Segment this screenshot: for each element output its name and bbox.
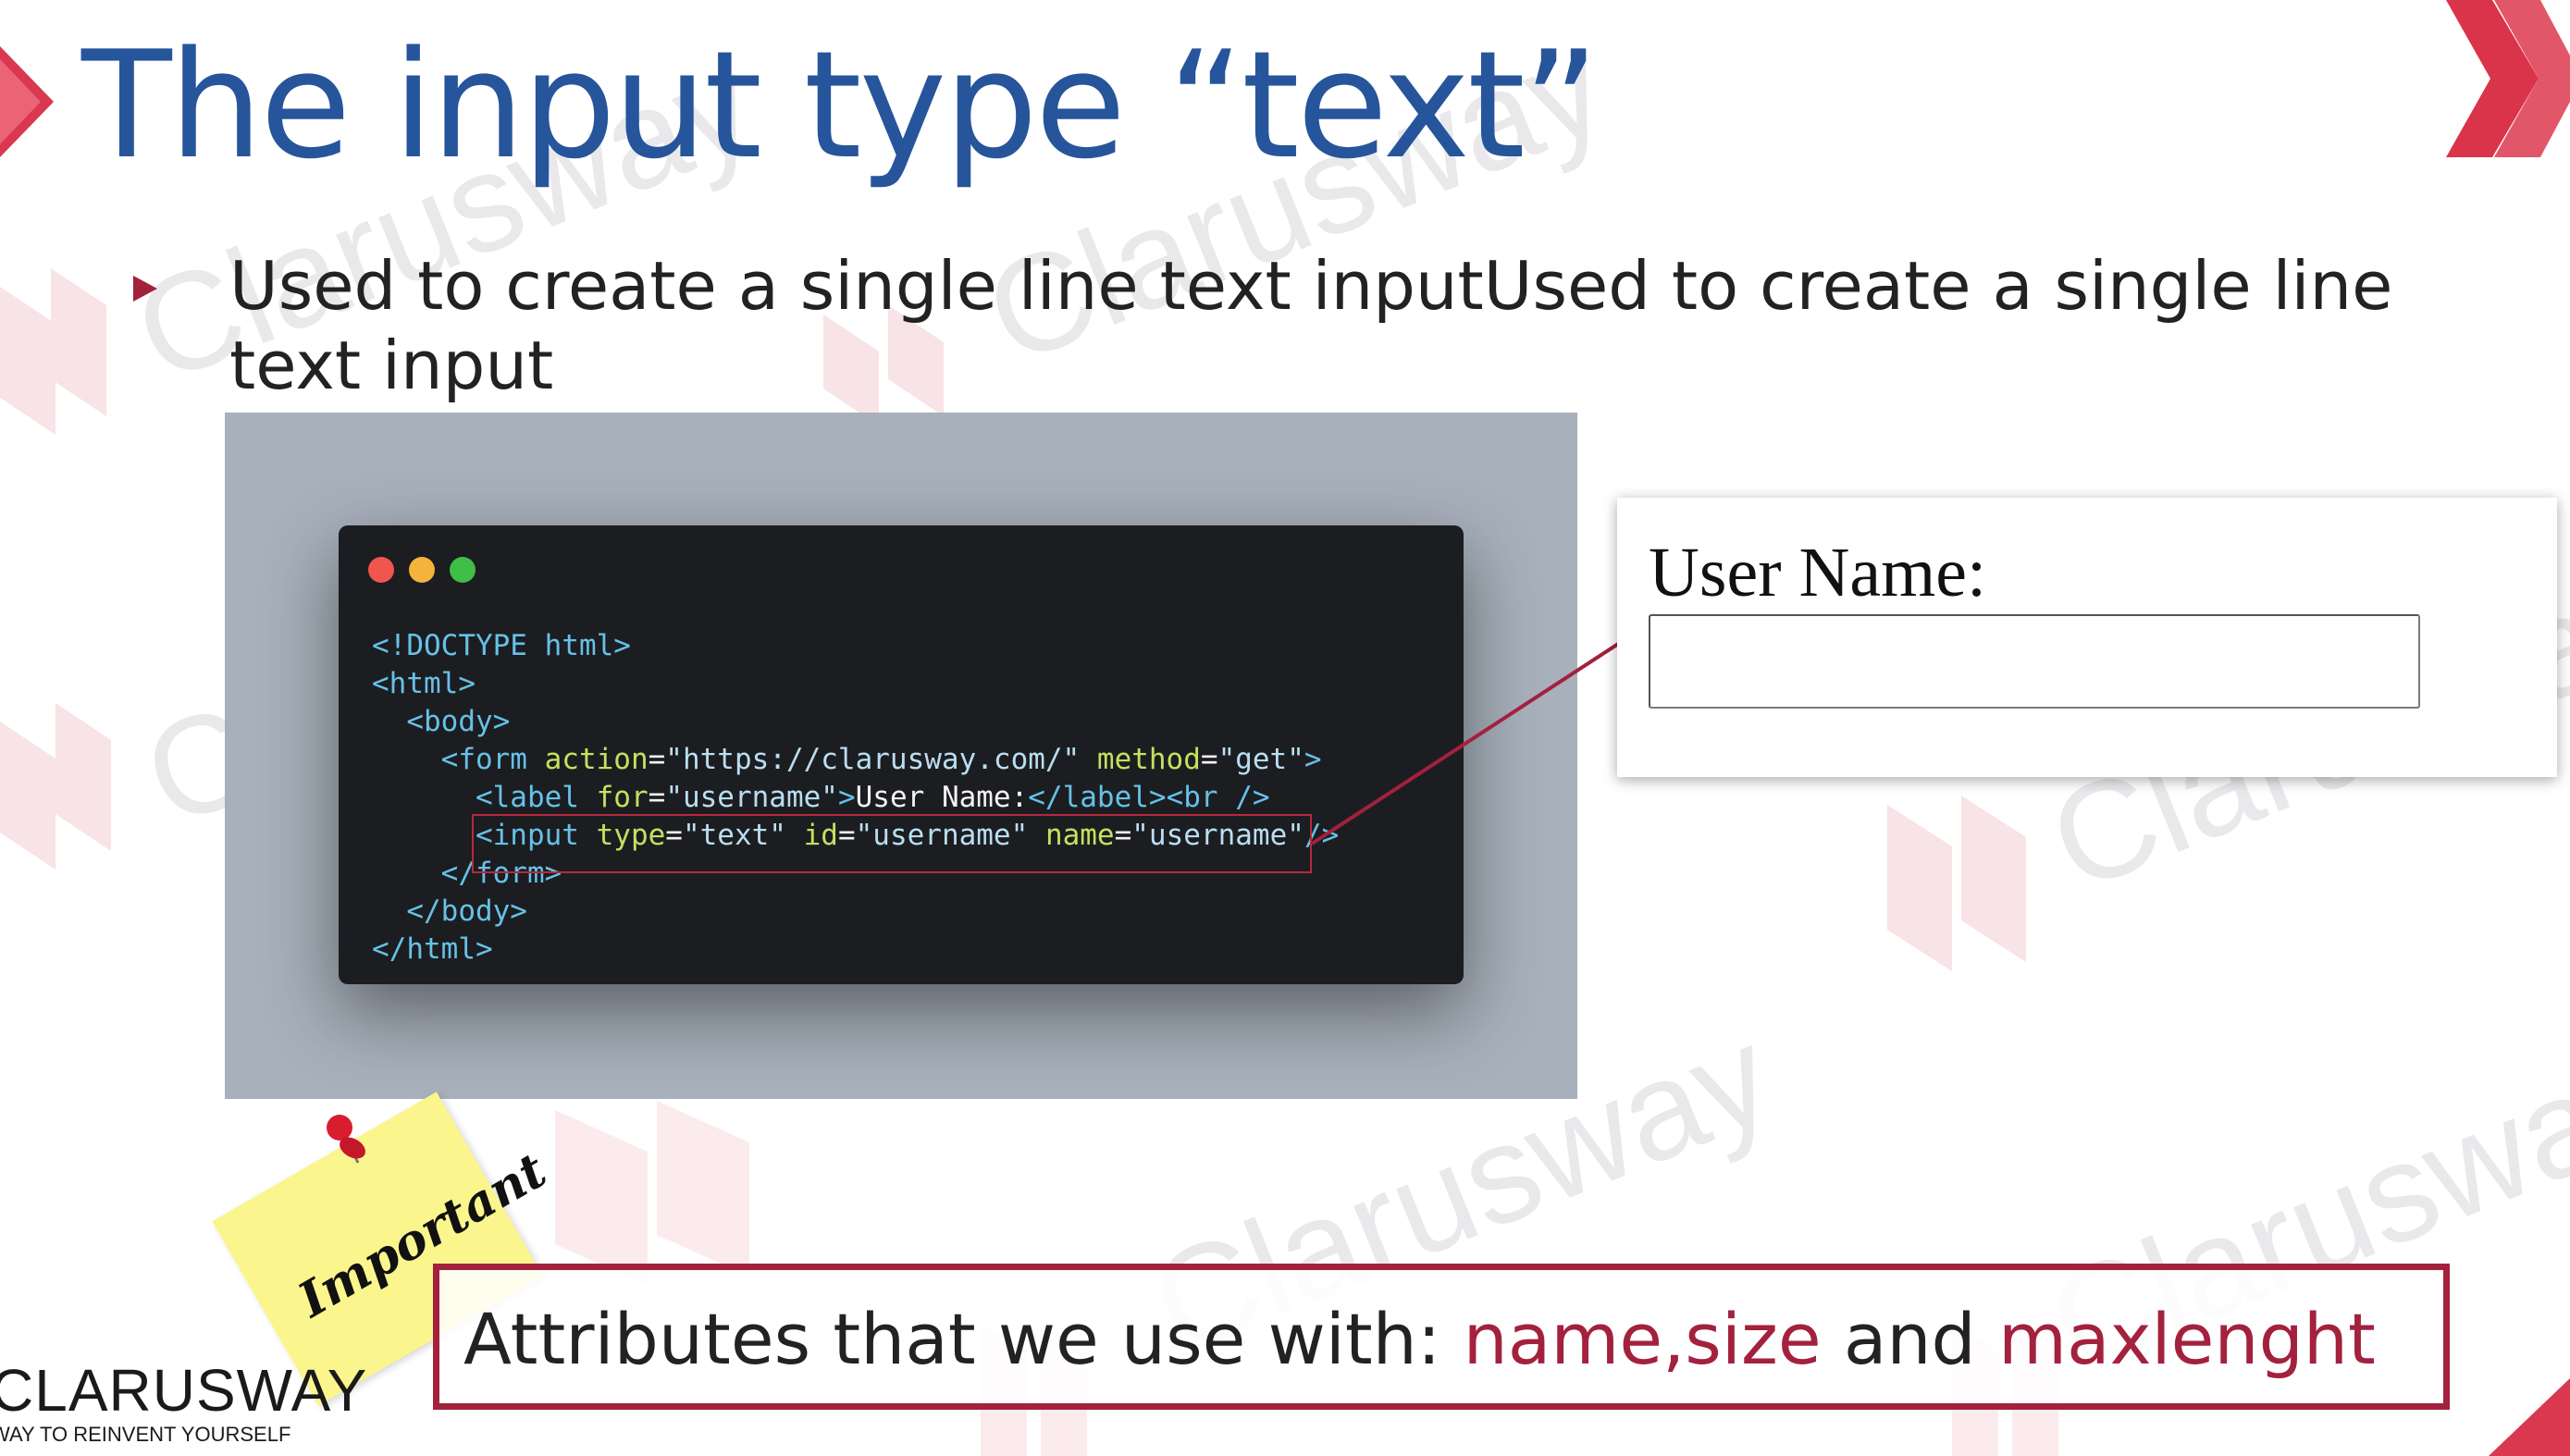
username-input[interactable] <box>1649 614 2420 709</box>
attributes-text: Attributes that we use with: name,size a… <box>463 1298 2376 1380</box>
rendered-form-preview: User Name: <box>1617 498 2557 777</box>
logo-name: CLARUSWAY <box>0 1357 368 1424</box>
bullet-text: Used to create a single line text inputU… <box>229 247 2393 404</box>
code-token: method <box>1096 743 1201 776</box>
code-token: <form <box>440 743 545 776</box>
code-line: </body> <box>372 895 527 928</box>
code-token: <label <box>475 781 597 814</box>
watermark-chevron-icon <box>1887 796 2026 971</box>
logo-tagline: WAY TO REINVENT YOURSELF <box>0 1423 291 1446</box>
minimize-dot-icon <box>409 557 435 583</box>
code-token: = <box>648 743 666 776</box>
code-token: </body> <box>406 895 527 928</box>
pushpin-icon <box>327 1115 365 1164</box>
code-token: = <box>648 781 666 814</box>
code-block: <!DOCTYPE html> <html> <body> <form acti… <box>372 627 1339 969</box>
bullet-arrow-icon <box>133 276 157 302</box>
code-window: <!DOCTYPE html> <html> <body> <form acti… <box>339 525 1464 984</box>
slide-title: The input type “text” <box>81 19 1600 191</box>
watermark-chevron-icon <box>0 268 106 435</box>
code-line: <label for="username">User Name:</label>… <box>372 781 1270 814</box>
code-token: for <box>596 781 649 814</box>
code-token: </html> <box>372 932 493 966</box>
code-token: action <box>544 743 649 776</box>
attributes-prefix: Attributes that we use with: <box>463 1298 1464 1380</box>
corner-triangle-icon <box>2489 1378 2570 1456</box>
code-token: = <box>1200 743 1218 776</box>
watermark-chevron-icon <box>555 1101 749 1286</box>
left-arrow-decoration-icon <box>0 46 54 157</box>
code-token: > <box>1304 743 1322 776</box>
maximize-dot-icon <box>450 557 476 583</box>
code-line: </html> <box>372 932 493 966</box>
result-label: User Name: <box>1649 534 1987 611</box>
clarusway-logo: CLARUSWAY WAY TO REINVENT YOURSELF <box>0 1358 367 1447</box>
attributes-highlight-name-size: name,size <box>1463 1298 1822 1380</box>
attributes-callout: Attributes that we use with: name,size a… <box>433 1264 2450 1410</box>
code-token: "get" <box>1217 743 1304 776</box>
code-token: <!DOCTYPE html> <box>372 629 631 662</box>
code-token: > <box>837 781 856 814</box>
code-line: <form action="https://clarusway.com/" me… <box>372 743 1322 776</box>
code-token: <html> <box>372 667 476 700</box>
close-dot-icon <box>368 557 394 583</box>
double-chevron-logo-icon <box>2446 0 2570 157</box>
code-token: <body> <box>406 705 511 738</box>
code-line: <!DOCTYPE html> <box>372 629 631 662</box>
code-token: "https://clarusway.com/" <box>665 743 1081 776</box>
attributes-highlight-maxlenght: maxlenght <box>1997 1298 2376 1380</box>
attributes-middle: and <box>1821 1298 1998 1380</box>
code-highlight-box <box>472 814 1312 873</box>
watermark-chevron-icon <box>0 703 111 870</box>
code-token: </label><br /> <box>1028 781 1270 814</box>
code-token: "username" <box>665 781 838 814</box>
code-token: User Name: <box>855 781 1029 814</box>
code-line: <html> <box>372 667 476 700</box>
code-line: <body> <box>372 705 510 738</box>
